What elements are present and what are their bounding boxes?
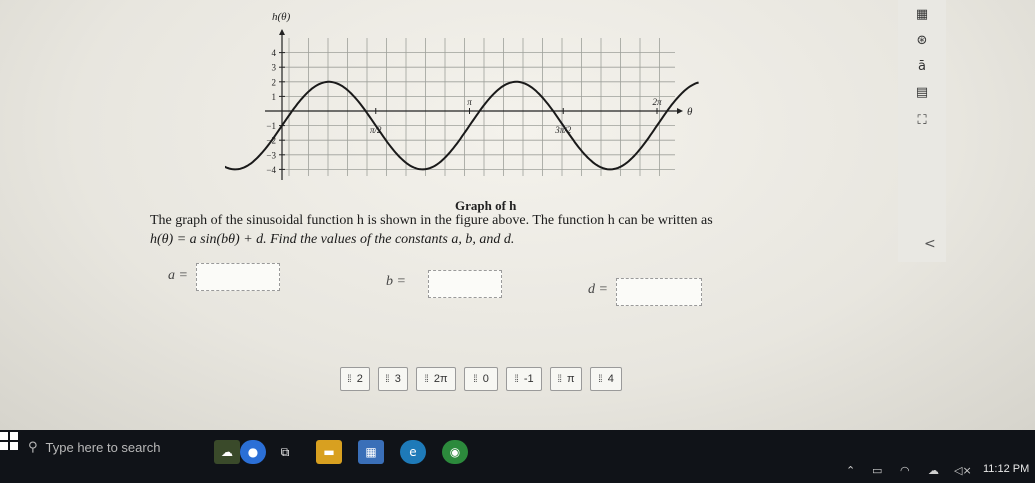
tile-2pi[interactable]: ⁞⁞ 2π (416, 367, 456, 391)
y-axis-title: h(θ) (272, 11, 291, 23)
x-axis-title: θ (687, 106, 693, 118)
windows-logo-icon[interactable] (0, 432, 18, 450)
taskbar-clock[interactable]: 11:12 PM (983, 463, 1029, 475)
notes-icon[interactable]: ▤ (912, 82, 932, 102)
grid-icon[interactable]: ▦ (912, 4, 932, 24)
a-label: a = (168, 268, 188, 283)
b-drop-zone[interactable] (428, 270, 502, 298)
problem-line-2: h(θ) = a sin(bθ) + d. Find the values of… (150, 232, 515, 247)
file-explorer-icon[interactable]: ▬ (316, 440, 342, 464)
search-icon: ⚲ (28, 439, 38, 455)
store-icon[interactable]: ▦ (358, 440, 384, 464)
x-tick-label: 2π (652, 97, 662, 107)
drag-grip-icon: ⁞⁞ (347, 373, 351, 385)
problem-statement: The graph of the sinusoidal function h i… (150, 211, 850, 249)
sinusoid-chart: h(θ)θ4321−1−2−3−4π/2π3π/22π (225, 11, 699, 180)
drag-grip-icon: ⁞⁞ (385, 373, 389, 385)
y-tick-label: −1 (266, 121, 276, 131)
problem-line-1: The graph of the sinusoidal function h i… (150, 213, 713, 228)
tile-3[interactable]: ⁞⁞ 3 (378, 367, 408, 391)
drag-grip-icon: ⁞⁞ (514, 373, 518, 385)
text-size-icon[interactable]: ā (912, 56, 932, 76)
tile-pi[interactable]: ⁞⁞ π (550, 367, 582, 391)
collapse-panel-button[interactable]: < (924, 236, 936, 252)
assignment-page: h(θ) θ 4 3 2 1 −1 −2 −3 −4 π/2 π 3π/2 2π Graph of h T… (0, 0, 1035, 430)
drag-grip-icon: ⁞⁞ (473, 373, 477, 385)
y-tick-label: −4 (266, 165, 276, 175)
cloud-icon[interactable]: ☁ (928, 464, 939, 477)
d-drop-zone[interactable] (616, 278, 702, 306)
y-tick-label: 1 (272, 92, 277, 102)
x-axis-arrow (677, 108, 683, 114)
tray-chevron-icon[interactable]: ⌃ (846, 464, 855, 477)
answer-row: a = b = d = (0, 260, 900, 320)
y-axis-arrow (279, 29, 285, 35)
tile-2[interactable]: ⁞⁞ 2 (340, 367, 370, 391)
tile-4[interactable]: ⁞⁞ 4 (590, 367, 622, 391)
taskbar-search[interactable]: ⚲ Type here to search (28, 432, 208, 462)
volume-icon[interactable]: ◁× (954, 464, 972, 477)
fullscreen-icon[interactable]: ⛶ (912, 110, 932, 130)
drag-grip-icon: ⁞⁞ (557, 373, 561, 385)
tool-sidebar: ▦ ⊛ ā ▤ ⛶ (898, 0, 946, 262)
chrome-icon[interactable]: ◉ (442, 440, 468, 464)
tile-0[interactable]: ⁞⁞ 0 (464, 367, 498, 391)
a-drop-zone[interactable] (196, 263, 280, 291)
search-placeholder: Type here to search (45, 439, 161, 455)
drag-grip-icon: ⁞⁞ (424, 373, 428, 385)
graph-area: h(θ) θ 4 3 2 1 −1 −2 −3 −4 π/2 π 3π/2 2π (225, 8, 705, 198)
tile-neg1[interactable]: ⁞⁞ -1 (506, 367, 542, 391)
news-widget-icon[interactable]: ☁ (214, 440, 240, 464)
d-label: d = (588, 282, 608, 297)
drag-grip-icon: ⁞⁞ (598, 373, 602, 385)
accessibility-icon[interactable]: ⊛ (912, 30, 932, 50)
edge-icon[interactable]: e (400, 440, 426, 464)
y-tick-label: 2 (272, 77, 277, 87)
b-label: b = (386, 274, 406, 289)
battery-icon[interactable]: ▭ (872, 464, 882, 477)
cortana-icon[interactable]: ● (240, 440, 266, 464)
x-tick-label: π (467, 97, 472, 107)
y-tick-label: −3 (266, 150, 276, 160)
y-tick-label: 4 (272, 48, 277, 58)
taskbar: ⚲ Type here to search ☁ ● ⧉ ▬ ▦ e ◉ ⌃ ▭ … (0, 430, 1035, 483)
y-tick-label: 3 (272, 63, 277, 73)
task-view-icon[interactable]: ⧉ (272, 440, 298, 464)
wifi-icon[interactable]: ◠ (900, 464, 910, 477)
